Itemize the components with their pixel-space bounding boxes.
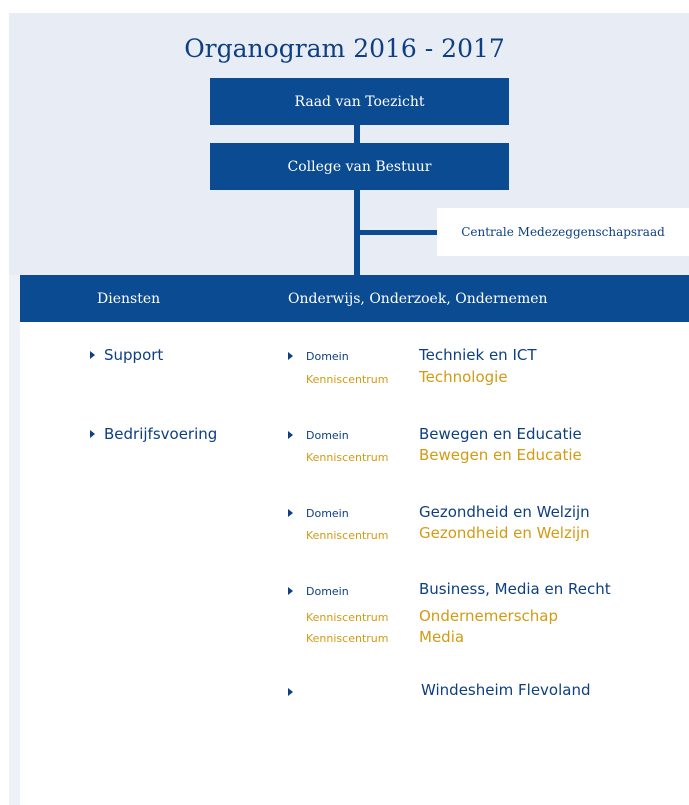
domain-name[interactable]: Techniek en ICT	[419, 346, 537, 364]
centrale-medezeggenschapsraad-label: Centrale Medezeggenschapsraad	[461, 225, 665, 239]
windesheim-flevoland-label[interactable]: Windesheim Flevoland	[421, 681, 591, 699]
domain-name[interactable]: Gezondheid en Welzijn	[419, 503, 590, 521]
raad-van-toezicht-box: Raad van Toezicht	[210, 78, 509, 125]
triangle-right-icon	[288, 509, 293, 517]
kenniscentrum-name[interactable]: Media	[419, 628, 464, 646]
domain-name[interactable]: Business, Media en Recht	[419, 580, 611, 598]
service-label: Bedrijfsvoering	[104, 425, 218, 443]
domain-label: Domein	[306, 507, 349, 520]
service-label: Support	[104, 346, 164, 364]
centrale-medezeggenschapsraad-box: Centrale Medezeggenschapsraad	[437, 208, 689, 256]
college-van-bestuur-box: College van Bestuur	[210, 143, 509, 190]
kenniscentrum-label: Kenniscentrum	[306, 529, 389, 542]
triangle-right-icon	[288, 688, 293, 696]
domain-label: Domein	[306, 429, 349, 442]
triangle-right-icon	[288, 431, 293, 439]
content-area	[20, 322, 689, 805]
triangle-right-icon	[288, 352, 293, 360]
connector-cmr	[354, 230, 437, 235]
kenniscentrum-label: Kenniscentrum	[306, 611, 389, 624]
domain-name[interactable]: Bewegen en Educatie	[419, 425, 582, 443]
kenniscentrum-name[interactable]: Technologie	[419, 368, 508, 386]
kenniscentrum-name[interactable]: Ondernemerschap	[419, 607, 558, 625]
kenniscentrum-name[interactable]: Gezondheid en Welzijn	[419, 524, 590, 542]
triangle-right-icon	[90, 430, 95, 438]
band-onderwijs-label: Onderwijs, Onderzoek, Ondernemen	[288, 291, 548, 307]
page-title: Organogram 2016 - 2017	[184, 34, 505, 63]
band-diensten-label: Diensten	[97, 291, 161, 307]
service-item[interactable]: Bedrijfsvoering	[90, 425, 217, 443]
raad-van-toezicht-label: Raad van Toezicht	[294, 93, 425, 110]
domain-label: Domein	[306, 350, 349, 363]
kenniscentrum-label: Kenniscentrum	[306, 373, 389, 386]
kenniscentrum-label: Kenniscentrum	[306, 632, 389, 645]
connector-raad-college	[354, 125, 360, 143]
triangle-right-icon	[90, 351, 95, 359]
kenniscentrum-label: Kenniscentrum	[306, 451, 389, 464]
domain-label: Domein	[306, 585, 349, 598]
kenniscentrum-name[interactable]: Bewegen en Educatie	[419, 446, 582, 464]
triangle-right-icon	[288, 587, 293, 595]
college-van-bestuur-label: College van Bestuur	[287, 158, 432, 175]
service-item[interactable]: Support	[90, 346, 163, 364]
